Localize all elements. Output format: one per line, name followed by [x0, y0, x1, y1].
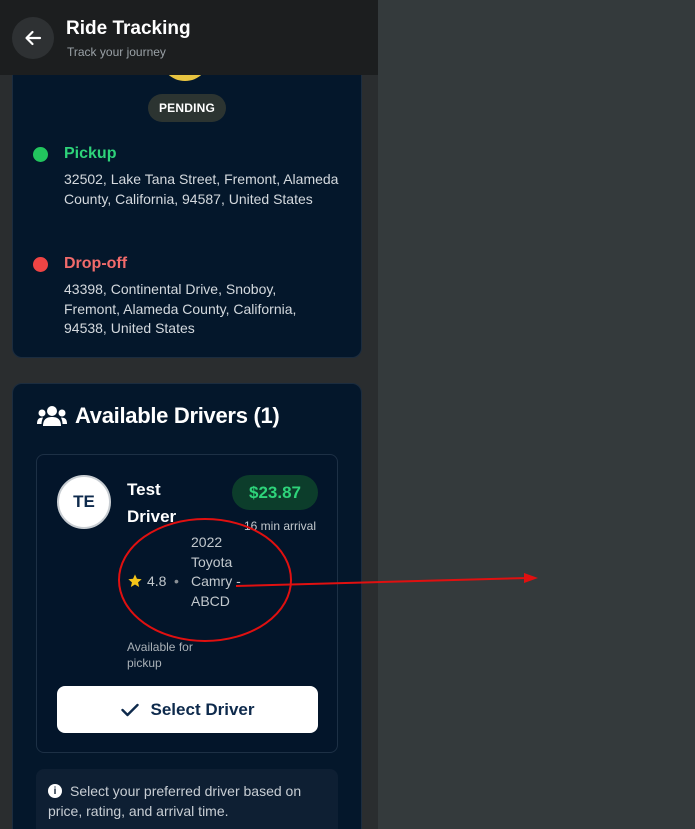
pickup-address: 32502, Lake Tana Street, Fremont, Alamed…	[64, 171, 339, 207]
avatar: TE	[57, 475, 111, 529]
pickup-label: Pickup	[64, 145, 117, 162]
select-driver-label: Select Driver	[150, 699, 255, 719]
annotation-arrow-head	[524, 573, 538, 583]
rating: 4.8	[127, 573, 166, 589]
eta-text: 16 min arrival	[244, 519, 317, 533]
dropoff-address: 43398, Continental Drive, Snoboy, Fremon…	[64, 281, 297, 336]
app-header: Ride Tracking Track your journey	[0, 0, 378, 75]
price-badge: $23.87	[232, 475, 318, 510]
rating-value: 4.8	[147, 573, 167, 589]
driver-name: Test Driver	[127, 480, 177, 526]
availability-text: Available for pickup	[127, 640, 193, 670]
app-panel: PENDING Pickup 32502, Lake Tana Street, …	[0, 0, 378, 829]
page-subtitle: Track your journey	[67, 45, 166, 59]
check-icon	[120, 703, 139, 716]
dropoff-marker-icon	[33, 257, 48, 272]
separator-dot: •	[174, 573, 179, 589]
vehicle-info: 2022 Toyota Camry - ABCD	[191, 534, 241, 609]
available-drivers-heading: Available Drivers (1)	[37, 403, 280, 429]
available-drivers-title: Available Drivers (1)	[75, 403, 280, 428]
tip-text: Select your preferred driver based on pr…	[48, 783, 302, 819]
star-icon	[128, 574, 142, 587]
back-button[interactable]	[12, 17, 54, 59]
users-icon	[37, 406, 67, 426]
page-title: Ride Tracking	[66, 18, 191, 39]
dropoff-label: Drop-off	[64, 255, 128, 272]
pickup-marker-icon	[33, 147, 48, 162]
status-badge: PENDING	[148, 94, 226, 122]
arrow-left-icon	[25, 30, 42, 46]
select-driver-button[interactable]: Select Driver	[57, 686, 318, 733]
